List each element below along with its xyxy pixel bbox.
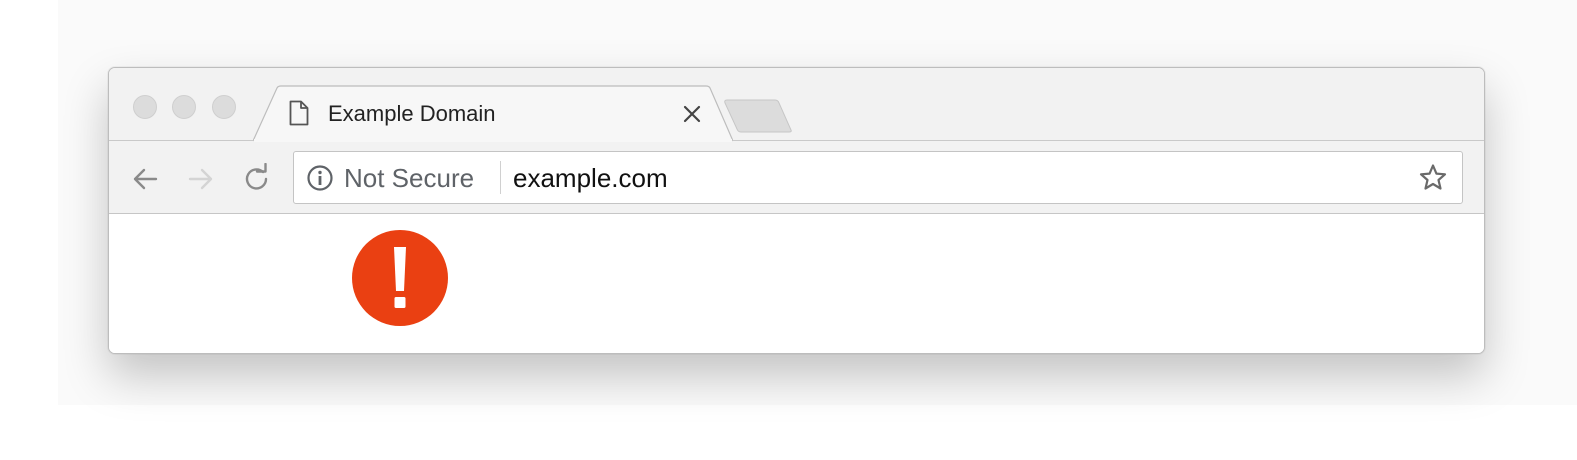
security-label[interactable]: Not Secure xyxy=(344,163,474,193)
new-tab-icon[interactable] xyxy=(723,98,795,134)
info-icon[interactable] xyxy=(306,164,334,192)
forward-arrow-icon[interactable] xyxy=(185,163,217,195)
browser-window: Example Domain Not Secure example.com xyxy=(108,67,1485,354)
address-bar[interactable]: Not Secure example.com xyxy=(293,151,1463,204)
stage: Example Domain Not Secure example.com xyxy=(0,0,1577,460)
back-arrow-icon[interactable] xyxy=(129,163,161,195)
exclamation-icon xyxy=(352,230,448,326)
close-window-button[interactable] xyxy=(133,95,157,119)
reload-icon[interactable] xyxy=(241,163,273,195)
page-content xyxy=(109,214,1484,353)
zoom-window-button[interactable] xyxy=(212,95,236,119)
backdrop-bottom xyxy=(58,405,1577,460)
document-icon xyxy=(289,100,309,126)
close-icon[interactable] xyxy=(681,103,703,125)
tab-example-domain[interactable]: Example Domain xyxy=(253,85,733,142)
toolbar: Not Secure example.com xyxy=(109,141,1484,214)
star-icon[interactable] xyxy=(1417,162,1449,194)
tab-strip: Example Domain xyxy=(109,68,1484,142)
omnibox-divider xyxy=(500,161,501,194)
tab-title: Example Domain xyxy=(328,101,496,126)
url-text[interactable]: example.com xyxy=(513,163,668,193)
minimize-window-button[interactable] xyxy=(172,95,196,119)
